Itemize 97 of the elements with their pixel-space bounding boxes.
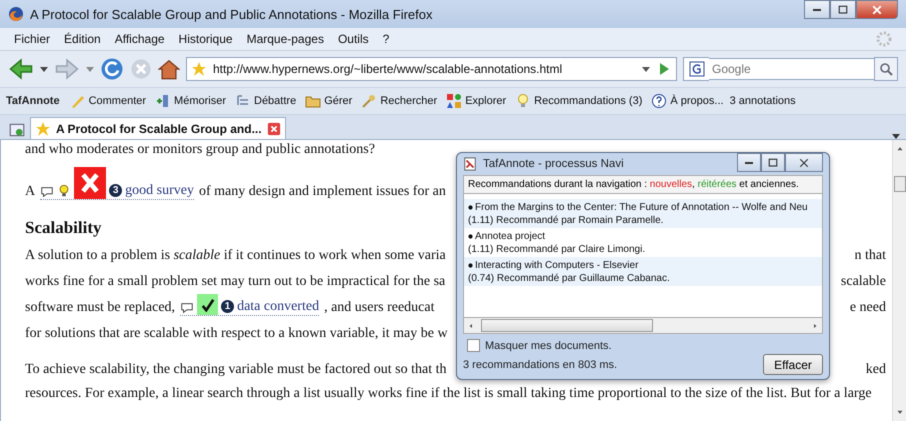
recommendation-title: Interacting with Computers - Elsevier: [475, 260, 638, 271]
annotation-link[interactable]: data converted: [237, 299, 320, 315]
menu-item[interactable]: Fichier: [14, 32, 50, 46]
body-text: , and users reeducat: [324, 300, 434, 316]
help-icon: [651, 93, 668, 109]
body-text: works fine for a small problem set may turn out to be impractical for the sa: [25, 274, 446, 290]
toolbar-button[interactable]: Gérer: [302, 93, 356, 109]
search-engine-button[interactable]: [683, 57, 709, 81]
reload-icon: [100, 57, 124, 81]
back-arrow-icon: [8, 57, 34, 81]
maximize-icon: [767, 156, 779, 168]
dialog-title: TafAnnote - processus Navi: [483, 158, 625, 170]
close-icon: [798, 156, 810, 168]
stop-icon: [130, 58, 152, 80]
toolbar-button[interactable]: Commenter: [66, 93, 150, 109]
recommendation-detail: (1.11) Recommandé par Romain Paramelle.: [468, 215, 664, 226]
body-text: of many design and implement issues for an: [198, 184, 446, 200]
shapes-icon: [446, 93, 462, 109]
maximize-button[interactable]: [761, 153, 785, 172]
status-text: 3 recommandations en 803 ms.: [463, 358, 618, 370]
key-icon: [361, 93, 378, 109]
speech-bubble-icon: [40, 185, 54, 199]
minimize-button[interactable]: [804, 0, 830, 19]
menu-item[interactable]: Historique: [178, 32, 233, 46]
clear-button[interactable]: Effacer: [763, 354, 823, 375]
toolbar-button[interactable]: Explorer: [443, 93, 510, 109]
bullet-icon: [468, 205, 473, 210]
bullet-icon: [468, 234, 473, 239]
count-marker: 1: [221, 300, 234, 313]
dropdown-icon: [642, 66, 650, 72]
star-icon: [35, 120, 51, 136]
count-marker: 3: [109, 184, 122, 197]
menu-item[interactable]: ?: [382, 32, 390, 46]
close-icon: [266, 122, 281, 136]
minimize-button[interactable]: [737, 153, 761, 172]
recommendation-detail: (1.11) Recommandé par Claire Limongi.: [468, 244, 646, 255]
scrollbar-thumb[interactable]: [894, 176, 906, 192]
toolbar-button[interactable]: Rechercher: [358, 93, 440, 109]
body-text: software must be replaced,: [25, 300, 176, 316]
toolbar-button[interactable]: À propos...: [648, 93, 727, 109]
minimize-icon: [813, 8, 821, 10]
caret-icon: [40, 66, 48, 72]
window-title: A Protocol for Scalable Group and Public Annotations - Mozilla Firefox: [30, 6, 434, 22]
star-icon: [191, 61, 207, 77]
body-text: To achieve scalability, the changing variable must be factored out so that th: [25, 362, 446, 378]
recommendation-title: From the Margins to the Center: The Future of Annotation -- Wolfe and Neu: [475, 202, 808, 213]
body-text: e need: [850, 300, 886, 316]
minimize-icon: [745, 162, 753, 164]
toolbar-button[interactable]: Recommandations (3): [512, 93, 646, 109]
body-text: A solution to a problem is scalable if it continues to work when some varia: [25, 248, 446, 264]
caret-icon: [86, 66, 94, 72]
menu-item[interactable]: Affichage: [114, 32, 165, 46]
checkbox-option[interactable]: Masquer mes documents.: [467, 339, 819, 352]
speech-bubble-icon: [180, 301, 194, 315]
maximize-icon: [837, 4, 849, 16]
recommendation-detail: (0.74) Recommandé par Guillaume Cabanac.: [468, 273, 671, 284]
pen-icon: [70, 93, 86, 109]
body-text: n that: [854, 248, 886, 264]
search-button[interactable]: [874, 57, 898, 81]
body-text: scalable: [840, 274, 886, 290]
browser-logo-icon: [8, 6, 24, 22]
lightbulb-icon: [57, 183, 72, 199]
close-button[interactable]: [856, 0, 898, 19]
search-engine-icon: [688, 61, 704, 77]
body-text: ked: [866, 362, 886, 378]
toolbar-button[interactable]: Débattre: [232, 93, 300, 109]
body-text: and who moderates or monitors group and public annotations?: [25, 142, 375, 158]
scrollbar[interactable]: [463, 318, 823, 334]
recommendation-item[interactable]: Interacting with Computers - Elsevier (0.74) Recommandé par Guillaume Cabanac.: [464, 257, 822, 286]
annotation-count: 3 annotations: [730, 95, 796, 107]
address-field[interactable]: http://www.hypernews.org/~liberte/www/scalable-annotations.html: [186, 57, 677, 81]
search-icon: [878, 61, 894, 77]
maximize-button[interactable]: [830, 0, 856, 19]
menu-item[interactable]: Édition: [64, 32, 101, 46]
legend-text: Recommandations durant la navigation : nouvelles, réitérées et anciennes.: [463, 175, 823, 194]
close-button[interactable]: [785, 153, 823, 172]
checkmark-icon: [200, 298, 215, 312]
close-icon: [871, 4, 883, 16]
body-text: resources. For example, a linear search through a list usually works fine if the list is small taking time proportional to the size of the list. But for a large: [25, 386, 872, 402]
app-icon: [463, 157, 477, 171]
search-field[interactable]: Google: [709, 58, 874, 80]
bullet-icon: [468, 263, 473, 268]
annotation-link[interactable]: good survey: [125, 183, 194, 199]
menu-item[interactable]: Outils: [338, 32, 369, 46]
body-text: A: [25, 184, 36, 200]
home-icon: [158, 58, 180, 80]
recommendation-title: Annotea project: [475, 231, 546, 242]
toolbar-label: TafAnnote: [6, 95, 60, 107]
browser-tab[interactable]: A Protocol for Scalable Group and...: [30, 117, 286, 139]
menu-item[interactable]: Marque-pages: [246, 32, 324, 46]
forward-arrow-icon: [54, 57, 80, 81]
recommendation-item[interactable]: From the Margins to the Center: The Future of Annotation -- Wolfe and Neu (1.11) Recommandé par Romain Paramelle.: [464, 199, 822, 228]
cross-icon: [79, 172, 102, 194]
toolbar-button[interactable]: Mémoriser: [152, 93, 229, 109]
section-heading: Scalability: [25, 218, 102, 238]
body-text: for solutions that are scalable with respect to a known variable, it may be w: [25, 326, 448, 342]
throbber-icon: [876, 31, 892, 47]
